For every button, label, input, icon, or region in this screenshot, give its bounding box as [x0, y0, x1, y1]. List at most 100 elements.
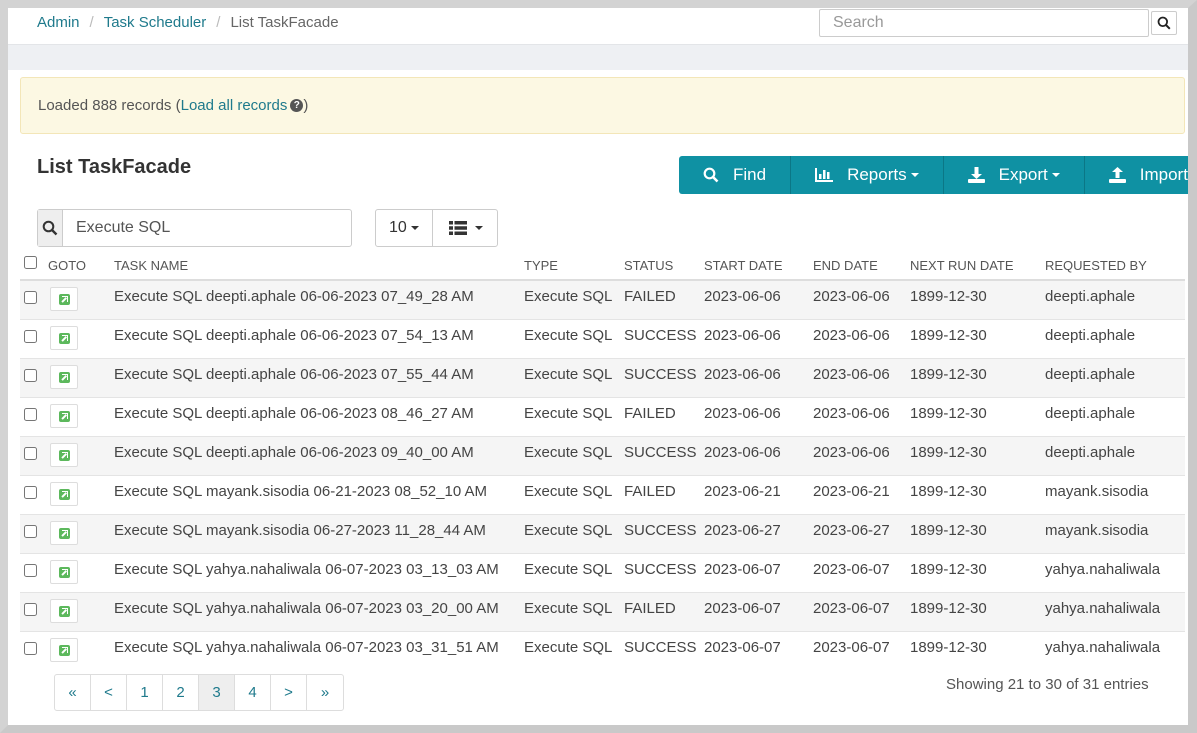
table-row[interactable]: Execute SQL deepti.aphale 06-06-2023 09_… [20, 435, 1185, 475]
search-input[interactable] [819, 9, 1149, 37]
external-link-icon [59, 605, 70, 617]
table-row[interactable]: Execute SQL yahya.nahaliwala 06-07-2023 … [20, 591, 1185, 631]
end-date-cell: 2023-06-27 [813, 513, 910, 553]
page-button-4[interactable]: 4 [235, 675, 271, 710]
prev-page-button[interactable]: < [91, 675, 127, 710]
goto-button[interactable] [50, 442, 78, 467]
goto-button[interactable] [50, 481, 78, 506]
breadcrumb-separator: / [216, 14, 221, 31]
reports-button[interactable]: Reports [791, 156, 944, 194]
table-row[interactable]: Execute SQL yahya.nahaliwala 06-07-2023 … [20, 552, 1185, 592]
breadcrumb-task-scheduler-link[interactable]: Task Scheduler [104, 14, 207, 31]
task-name-cell: Execute SQL yahya.nahaliwala 06-07-2023 … [114, 552, 524, 592]
column-header-start-date[interactable]: START DATE [704, 251, 813, 281]
select-all-checkbox[interactable] [24, 255, 37, 269]
row-checkbox[interactable] [24, 407, 37, 421]
task-name-cell: Execute SQL mayank.sisodia 06-21-2023 08… [114, 474, 524, 514]
breadcrumb-admin-link[interactable]: Admin [37, 14, 80, 31]
end-date-cell: 2023-06-07 [813, 630, 910, 670]
end-date-cell: 2023-06-07 [813, 552, 910, 592]
table-row[interactable]: Execute SQL mayank.sisodia 06-27-2023 11… [20, 513, 1185, 553]
search-icon [1157, 16, 1171, 30]
row-select-cell [20, 279, 48, 319]
column-header-next-run-date[interactable]: NEXT RUN DATE [910, 251, 1045, 281]
import-label: Import [1139, 165, 1188, 184]
column-chooser-dropdown[interactable] [431, 210, 497, 246]
goto-button[interactable] [50, 598, 78, 623]
table-row[interactable]: Execute SQL deepti.aphale 06-06-2023 07_… [20, 357, 1185, 397]
help-icon[interactable]: ? [290, 99, 304, 112]
page-size-dropdown[interactable]: 10 [376, 210, 432, 246]
goto-button[interactable] [50, 325, 78, 350]
goto-button[interactable] [50, 637, 78, 662]
next-page-button[interactable]: > [271, 675, 307, 710]
row-checkbox[interactable] [24, 446, 37, 460]
goto-cell [48, 474, 114, 514]
goto-cell [48, 396, 114, 436]
type-cell: Execute SQL [524, 435, 624, 475]
end-date-cell: 2023-06-06 [813, 279, 910, 319]
row-select-cell [20, 318, 48, 358]
alert-prefix: Loaded 888 records ( [38, 97, 181, 114]
goto-button[interactable] [50, 286, 78, 311]
end-date-cell: 2023-06-21 [813, 474, 910, 514]
row-checkbox[interactable] [24, 602, 37, 616]
export-button[interactable]: Export [943, 156, 1085, 194]
column-header-task-name[interactable]: TASK NAME [114, 251, 524, 281]
alert-suffix: ) [303, 97, 309, 114]
filter-input[interactable] [63, 210, 351, 246]
goto-cell [48, 357, 114, 397]
row-checkbox[interactable] [24, 485, 37, 499]
page-button-2[interactable]: 2 [163, 675, 199, 710]
row-checkbox[interactable] [24, 290, 37, 304]
start-date-cell: 2023-06-27 [704, 513, 813, 553]
header-strip [8, 44, 1188, 70]
reports-label: Reports [847, 165, 907, 184]
breadcrumb: Admin / Task Scheduler / List TaskFacade [37, 14, 339, 31]
column-header-requested-by[interactable]: REQUESTED BY [1045, 251, 1185, 281]
table-row[interactable]: Execute SQL yahya.nahaliwala 06-07-2023 … [20, 630, 1185, 670]
first-page-button[interactable]: « [55, 675, 91, 710]
task-name-cell: Execute SQL deepti.aphale 06-06-2023 08_… [114, 396, 524, 436]
row-checkbox[interactable] [24, 641, 37, 655]
external-link-icon [59, 449, 70, 461]
last-page-button[interactable]: » [307, 675, 343, 710]
column-header-status[interactable]: STATUS [624, 251, 704, 281]
column-header-type[interactable]: TYPE [524, 251, 624, 281]
find-button[interactable]: Find [679, 156, 792, 194]
external-link-icon [59, 371, 70, 383]
view-options: 10 [375, 209, 498, 247]
row-checkbox[interactable] [24, 368, 37, 382]
app-window: Admin / Task Scheduler / List TaskFacade… [0, 0, 1197, 733]
row-checkbox[interactable] [24, 329, 37, 343]
goto-button[interactable] [50, 520, 78, 545]
breadcrumb-separator: / [89, 14, 94, 31]
task-name-cell: Execute SQL deepti.aphale 06-06-2023 07_… [114, 318, 524, 358]
table-row[interactable]: Execute SQL deepti.aphale 06-06-2023 08_… [20, 396, 1185, 436]
end-date-cell: 2023-06-06 [813, 318, 910, 358]
load-all-records-link[interactable]: Load all records [181, 97, 288, 114]
end-date-cell: 2023-06-06 [813, 435, 910, 475]
page-button-1[interactable]: 1 [127, 675, 163, 710]
column-header-end-date[interactable]: END DATE [813, 251, 910, 281]
table-row[interactable]: Execute SQL deepti.aphale 06-06-2023 07_… [20, 279, 1185, 319]
search-button[interactable] [1151, 11, 1177, 35]
external-link-icon [59, 527, 70, 539]
next-run-date-cell: 1899-12-30 [910, 630, 1045, 670]
task-name-cell: Execute SQL yahya.nahaliwala 06-07-2023 … [114, 630, 524, 670]
status-cell: FAILED [624, 591, 704, 631]
goto-button[interactable] [50, 364, 78, 389]
goto-button[interactable] [50, 403, 78, 428]
table-row[interactable]: Execute SQL deepti.aphale 06-06-2023 07_… [20, 318, 1185, 358]
import-button[interactable]: Import [1084, 156, 1188, 194]
table-row[interactable]: Execute SQL mayank.sisodia 06-21-2023 08… [20, 474, 1185, 514]
row-checkbox[interactable] [24, 524, 37, 538]
breadcrumb-current: List TaskFacade [230, 14, 339, 31]
goto-button[interactable] [50, 559, 78, 584]
next-run-date-cell: 1899-12-30 [910, 396, 1045, 436]
goto-cell [48, 591, 114, 631]
requested-by-cell: yahya.nahaliwala [1045, 630, 1185, 670]
row-checkbox[interactable] [24, 563, 37, 577]
filter-group [37, 209, 352, 247]
page-button-3[interactable]: 3 [199, 675, 235, 710]
